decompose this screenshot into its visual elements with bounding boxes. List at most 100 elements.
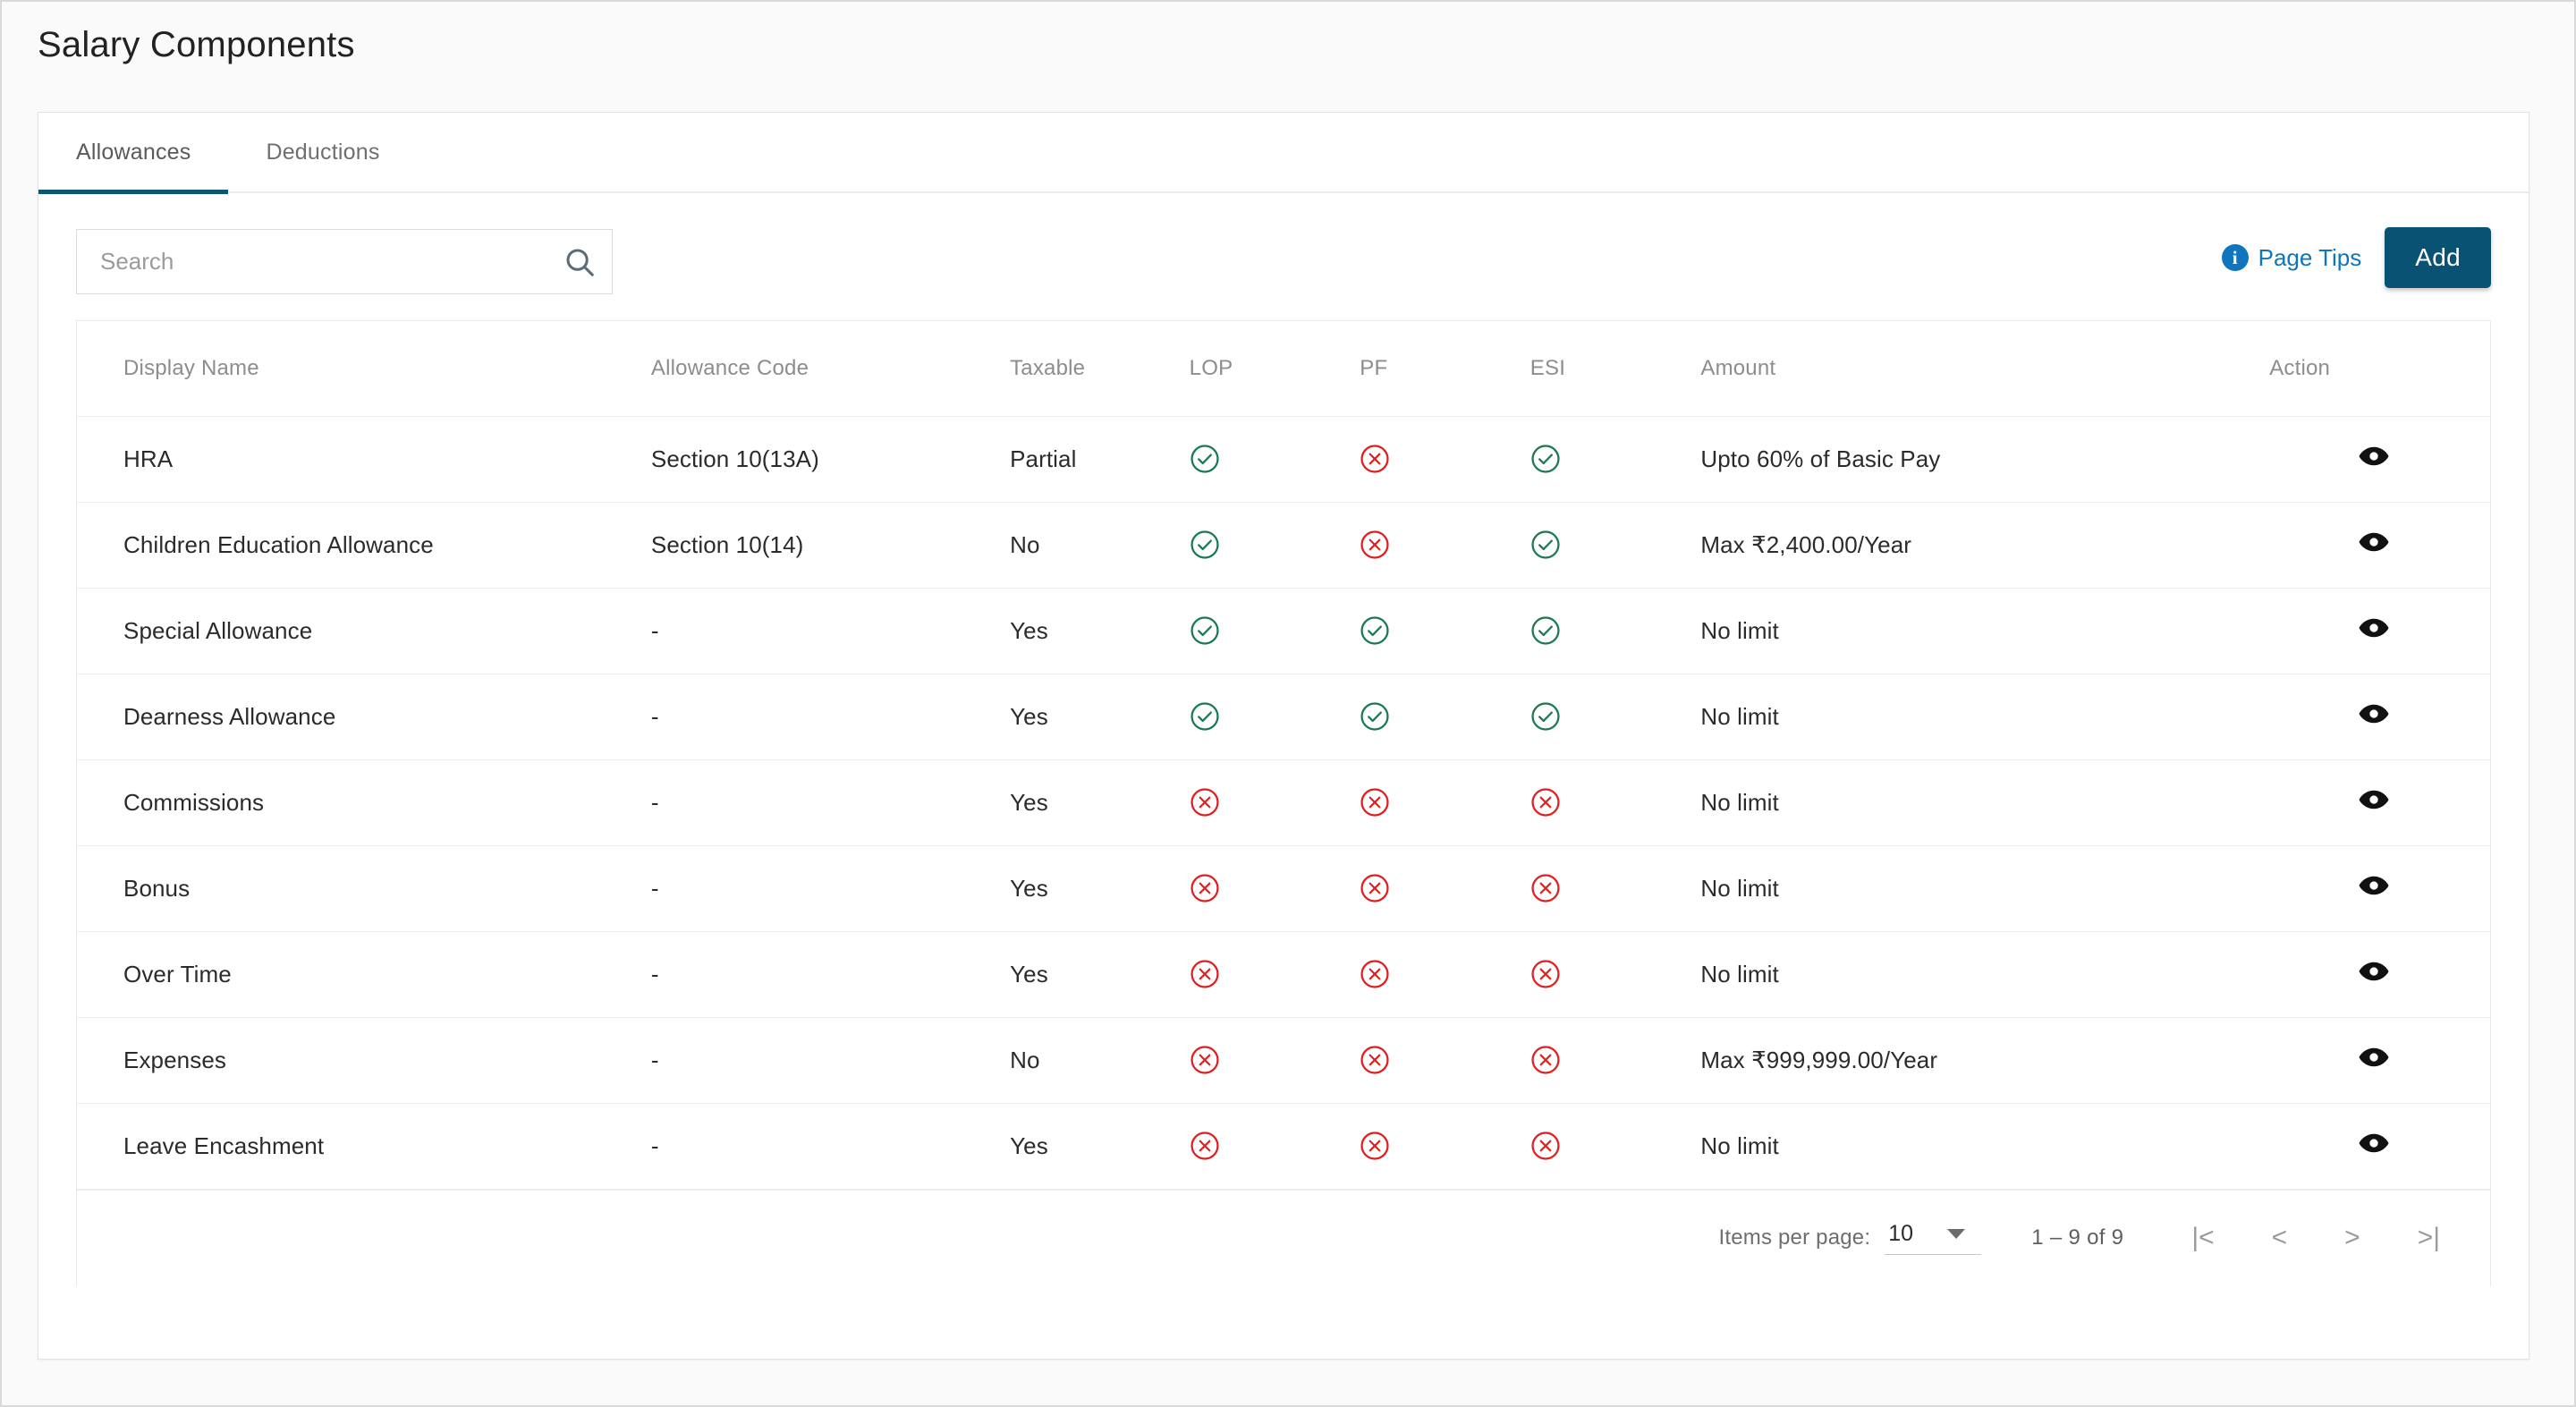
cell-amount: No limit: [1700, 845, 2258, 932]
table-row[interactable]: Dearness Allowance - Yes No limit: [77, 674, 2490, 760]
column-header-pf[interactable]: PF: [1360, 321, 1530, 417]
table-row[interactable]: HRA Section 10(13A) Partial Upto 60% of Bas…: [77, 416, 2490, 503]
cell-action: [2257, 416, 2490, 503]
check-circle-icon: [1530, 674, 1701, 760]
page-title: Salary Components: [38, 25, 355, 64]
column-header-esi[interactable]: ESI: [1530, 321, 1701, 417]
cell-action: [2257, 1103, 2490, 1190]
items-per-page-label: Items per page:: [1718, 1225, 1871, 1250]
tab-allowances[interactable]: Allowances: [38, 112, 229, 194]
allowances-table: Display Name Allowance Code Taxable LOP …: [77, 321, 2490, 1190]
salary-components-card: Allowances Deductions i Page: [38, 112, 2529, 1360]
eye-icon[interactable]: [2358, 440, 2390, 472]
column-header-taxable[interactable]: Taxable: [1010, 321, 1190, 417]
column-header-display-name[interactable]: Display Name: [77, 321, 651, 417]
cross-circle-icon: [1530, 1017, 1701, 1104]
items-per-page-value: 10: [1888, 1221, 1914, 1246]
chevron-down-icon: [1947, 1229, 1966, 1239]
eye-icon[interactable]: [2358, 612, 2390, 644]
cell-amount: No limit: [1700, 931, 2258, 1018]
table-row[interactable]: Commissions - Yes No limit: [77, 759, 2490, 846]
check-circle-icon: [1530, 416, 1701, 503]
cell-allowance-code: Section 10(14): [650, 502, 1011, 589]
cell-allowance-code: -: [650, 931, 1011, 1018]
column-header-amount[interactable]: Amount: [1700, 321, 2258, 417]
cell-taxable: No: [1010, 502, 1190, 589]
cell-amount: No limit: [1700, 588, 2258, 674]
table-row[interactable]: Special Allowance - Yes No limit: [77, 588, 2490, 674]
eye-icon[interactable]: [2358, 698, 2390, 730]
table-row[interactable]: Children Education Allowance Section 10(1…: [77, 502, 2490, 589]
cell-amount: Max ₹2,400.00/Year: [1700, 502, 2258, 589]
eye-icon[interactable]: [2358, 526, 2390, 558]
cross-circle-icon: [1189, 1103, 1360, 1190]
info-icon: i: [2221, 244, 2249, 271]
check-circle-icon: [1189, 502, 1360, 589]
cell-taxable: No: [1010, 1017, 1190, 1104]
cell-action: [2257, 588, 2490, 674]
items-per-page-select[interactable]: 10: [1885, 1221, 1982, 1255]
column-header-lop[interactable]: LOP: [1189, 321, 1360, 417]
cross-circle-icon: [1360, 416, 1530, 503]
cell-action: [2257, 674, 2490, 760]
last-page-button[interactable]: >|: [2409, 1219, 2449, 1257]
check-circle-icon: [1189, 588, 1360, 674]
cell-action: [2257, 845, 2490, 932]
eye-icon[interactable]: [2358, 955, 2390, 987]
search-box[interactable]: [76, 229, 613, 294]
tab-deductions[interactable]: Deductions: [228, 112, 417, 192]
eye-icon[interactable]: [2358, 1041, 2390, 1073]
pagination-buttons: |< < > >|: [2182, 1219, 2449, 1257]
eye-icon[interactable]: [2358, 784, 2390, 816]
eye-icon[interactable]: [2358, 869, 2390, 902]
cross-circle-icon: [1530, 759, 1701, 846]
tab-allowances-label: Allowances: [76, 139, 191, 165]
salary-components-page: Salary Components Allowances Deductions: [0, 0, 2576, 1407]
cell-display-name: Over Time: [77, 931, 651, 1018]
column-header-action: Action: [2257, 321, 2490, 417]
cell-amount: No limit: [1700, 759, 2258, 846]
cell-action: [2257, 502, 2490, 589]
add-button[interactable]: Add: [2385, 227, 2491, 288]
cross-circle-icon: [1189, 931, 1360, 1018]
cell-display-name: HRA: [77, 416, 651, 503]
cell-amount: No limit: [1700, 674, 2258, 760]
search-icon[interactable]: [547, 230, 612, 293]
cell-action: [2257, 931, 2490, 1018]
cell-taxable: Yes: [1010, 588, 1190, 674]
table-row[interactable]: Expenses - No Max ₹999,999.00/Year: [77, 1017, 2490, 1104]
table-row[interactable]: Leave Encashment - Yes No limit: [77, 1103, 2490, 1190]
cell-taxable: Yes: [1010, 674, 1190, 760]
cross-circle-icon: [1360, 845, 1530, 932]
table-row[interactable]: Bonus - Yes No limit: [77, 845, 2490, 932]
cross-circle-icon: [1360, 502, 1530, 589]
paginator: Items per page: 10 1 – 9 of 9 |< < > >|: [77, 1189, 2490, 1286]
cell-display-name: Expenses: [77, 1017, 651, 1104]
cell-display-name: Children Education Allowance: [77, 502, 651, 589]
tab-deductions-label: Deductions: [266, 139, 380, 165]
cell-amount: Upto 60% of Basic Pay: [1700, 416, 2258, 503]
cross-circle-icon: [1189, 845, 1360, 932]
eye-icon[interactable]: [2358, 1127, 2390, 1159]
cell-display-name: Dearness Allowance: [77, 674, 651, 760]
search-input[interactable]: [77, 248, 547, 275]
first-page-button[interactable]: |<: [2182, 1219, 2223, 1257]
cell-action: [2257, 1017, 2490, 1104]
cross-circle-icon: [1360, 1017, 1530, 1104]
cell-allowance-code: -: [650, 845, 1011, 932]
cross-circle-icon: [1189, 759, 1360, 846]
cell-taxable: Yes: [1010, 1103, 1190, 1190]
cell-display-name: Leave Encashment: [77, 1103, 651, 1190]
check-circle-icon: [1530, 588, 1701, 674]
cross-circle-icon: [1530, 931, 1701, 1018]
cell-allowance-code: Section 10(13A): [650, 416, 1011, 503]
page-tips-button[interactable]: i Page Tips: [2221, 244, 2361, 272]
cell-amount: Max ₹999,999.00/Year: [1700, 1017, 2258, 1104]
previous-page-button[interactable]: <: [2263, 1219, 2297, 1257]
cell-taxable: Yes: [1010, 931, 1190, 1018]
cell-display-name: Special Allowance: [77, 588, 651, 674]
column-header-allowance-code[interactable]: Allowance Code: [650, 321, 1011, 417]
next-page-button[interactable]: >: [2335, 1219, 2369, 1257]
table-row[interactable]: Over Time - Yes No limit: [77, 931, 2490, 1018]
check-circle-icon: [1360, 674, 1530, 760]
